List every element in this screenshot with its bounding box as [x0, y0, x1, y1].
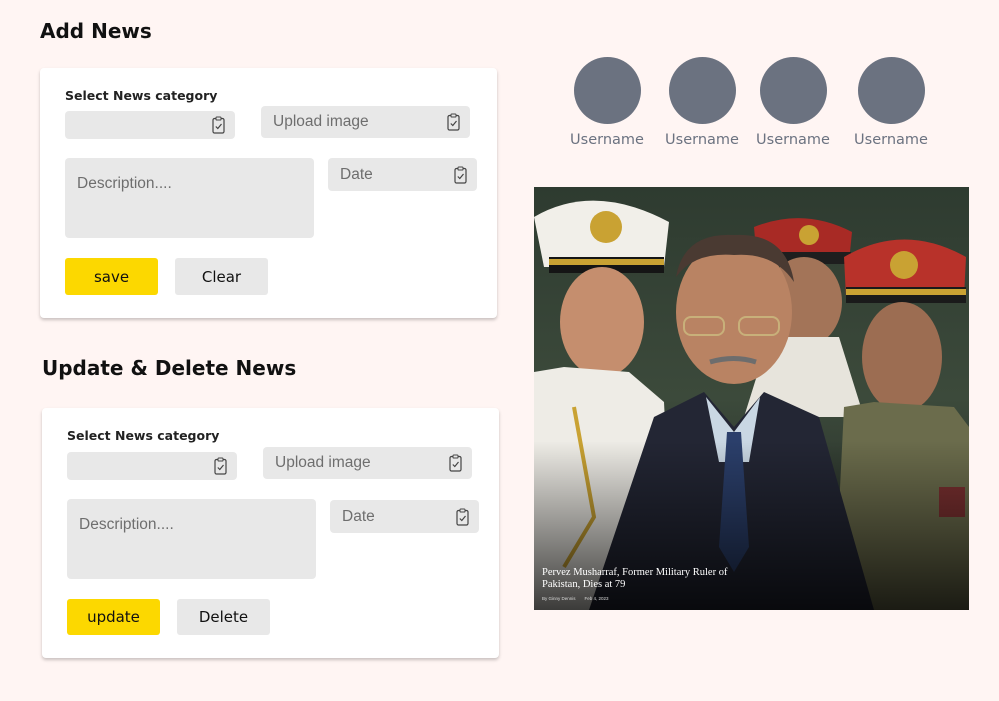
category-label: Select News category: [67, 428, 220, 443]
username-label: Username: [570, 132, 644, 148]
clipboard-check-icon: [214, 457, 227, 475]
category-select[interactable]: [65, 111, 235, 139]
description-textarea[interactable]: Description....: [67, 499, 316, 579]
username-label: Username: [756, 132, 830, 148]
category-label: Select News category: [65, 88, 218, 103]
upload-image-placeholder: Upload image: [273, 113, 369, 130]
update-delete-news-title: Update & Delete News: [42, 356, 297, 380]
news-headline[interactable]: Pervez Musharraf, Former Military Ruler …: [542, 567, 732, 591]
date-field[interactable]: Date: [328, 158, 477, 191]
description-placeholder: Description....: [79, 516, 174, 533]
add-news-card: Select News category Upload image Descri…: [40, 68, 497, 318]
add-news-title: Add News: [40, 19, 152, 43]
date-placeholder: Date: [340, 165, 373, 183]
news-photo: [534, 187, 969, 610]
clipboard-check-icon: [454, 166, 467, 184]
update-button[interactable]: update: [67, 599, 160, 635]
clipboard-check-icon: [449, 454, 462, 472]
upload-image-placeholder: Upload image: [275, 454, 371, 471]
user-item[interactable]: Username: [846, 57, 936, 148]
news-author: By Ginny Dennis: [542, 596, 576, 601]
avatar: [573, 57, 641, 124]
description-textarea[interactable]: Description....: [65, 158, 314, 238]
news-byline: By Ginny Dennis Feb 4, 2023: [542, 596, 609, 601]
clear-button[interactable]: Clear: [175, 258, 268, 295]
user-item[interactable]: Username: [657, 57, 747, 148]
news-preview-card[interactable]: Pervez Musharraf, Former Military Ruler …: [534, 187, 969, 610]
user-item[interactable]: Username: [562, 57, 652, 148]
clipboard-check-icon: [456, 508, 469, 526]
news-date: Feb 4, 2023: [584, 596, 609, 601]
clipboard-check-icon: [447, 113, 460, 131]
delete-button[interactable]: Delete: [177, 599, 270, 635]
avatar: [857, 57, 925, 124]
update-news-card: Select News category Upload image Descri…: [42, 408, 499, 658]
username-label: Username: [665, 132, 739, 148]
upload-image-field[interactable]: Upload image: [261, 106, 470, 138]
avatar: [759, 57, 827, 124]
category-select[interactable]: [67, 452, 237, 480]
upload-image-field[interactable]: Upload image: [263, 447, 472, 479]
username-label: Username: [854, 132, 928, 148]
date-placeholder: Date: [342, 507, 375, 525]
avatar: [668, 57, 736, 124]
description-placeholder: Description....: [77, 175, 172, 192]
user-item[interactable]: Username: [748, 57, 838, 148]
date-field[interactable]: Date: [330, 500, 479, 533]
save-button[interactable]: save: [65, 258, 158, 295]
clipboard-check-icon: [212, 116, 225, 134]
